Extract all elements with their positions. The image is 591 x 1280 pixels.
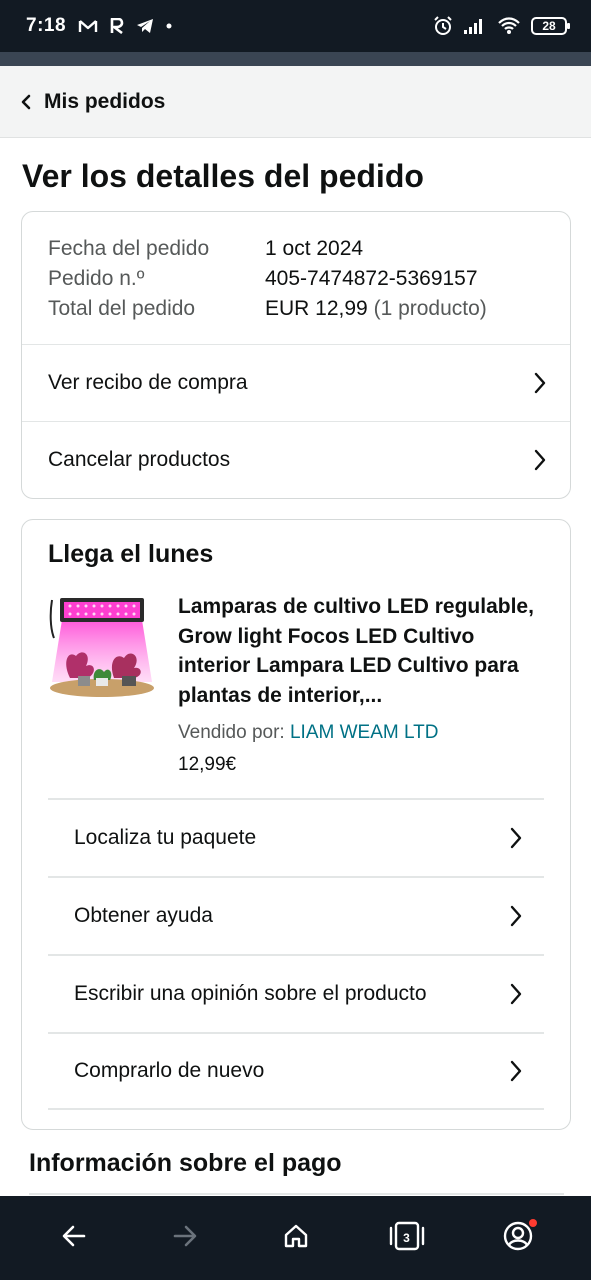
back-to-orders-link[interactable]: Mis pedidos <box>0 66 591 138</box>
dot-icon <box>166 23 172 29</box>
r-app-icon <box>110 18 124 34</box>
chevron-right-icon <box>530 449 550 471</box>
notification-dot <box>528 1219 537 1227</box>
get-help-link[interactable]: Obtener ayuda <box>48 876 544 954</box>
gmail-icon <box>78 18 98 34</box>
home-button[interactable] <box>266 1208 326 1268</box>
forward-button[interactable] <box>155 1208 215 1268</box>
browser-bottom-bar: 3 <box>0 1196 591 1280</box>
seller-line: Vendido por: LIAM WEAM LTD <box>178 722 438 744</box>
buy-again-link[interactable]: Comprarlo de nuevo <box>48 1032 544 1110</box>
browser-accent-strip <box>0 52 591 66</box>
product-image[interactable] <box>48 592 156 702</box>
order-date-label: Fecha del pedido <box>48 237 210 260</box>
tabs-button[interactable]: 3 <box>377 1208 437 1268</box>
chevron-right-icon <box>506 905 526 927</box>
order-total-value: EUR 12,99 <box>265 297 368 320</box>
order-total-row: Total del pedido EUR 12,99 (1 producto) <box>48 294 544 324</box>
alarm-icon <box>433 16 453 36</box>
product-price: 12,99€ <box>178 754 237 775</box>
status-right-icons: 28 <box>433 16 570 36</box>
get-help-label: Obtener ayuda <box>74 904 213 927</box>
seller-name-link[interactable]: LIAM WEAM LTD <box>290 722 439 743</box>
write-review-link[interactable]: Escribir una opinión sobre el producto <box>48 954 544 1032</box>
view-receipt-link[interactable]: Ver recibo de compra <box>22 344 570 421</box>
status-left-icons <box>78 18 172 34</box>
order-number-value: 405-7474872-5369157 <box>265 267 478 290</box>
order-summary-details: Fecha del pedido 1 oct 2024 Pedido n.º 4… <box>22 212 570 344</box>
signal-icon <box>463 17 487 35</box>
chevron-left-icon <box>20 93 38 111</box>
product-title-link[interactable]: Lamparas de cultivo LED regulable, Grow … <box>178 592 548 710</box>
seller-prefix: Vendido por: <box>178 722 285 743</box>
back-arrow-icon <box>60 1222 88 1255</box>
battery-indicator: 28 <box>531 17 570 35</box>
order-total-label: Total del pedido <box>48 297 196 320</box>
status-time: 7:18 <box>26 15 67 36</box>
chevron-right-icon <box>530 372 550 394</box>
order-total-value-wrap: EUR 12,99 (1 producto) <box>265 294 487 324</box>
account-button[interactable] <box>488 1208 548 1268</box>
track-package-label: Localiza tu paquete <box>74 826 257 849</box>
cancel-items-label: Cancelar productos <box>48 448 231 471</box>
telegram-icon <box>136 18 154 34</box>
order-number-row: Pedido n.º 405-7474872-5369157 <box>48 264 544 294</box>
chevron-right-icon <box>506 827 526 849</box>
chevron-right-icon <box>506 983 526 1005</box>
order-summary-card: Fecha del pedido 1 oct 2024 Pedido n.º 4… <box>21 211 571 499</box>
order-number-label: Pedido n.º <box>48 267 145 290</box>
write-review-label: Escribir una opinión sobre el producto <box>74 982 427 1005</box>
back-link-label: Mis pedidos <box>44 89 166 113</box>
shipment-card: Llega el lunes Lamparas de cultivo LED r… <box>21 519 571 1130</box>
delivery-heading: Llega el lunes <box>48 540 214 568</box>
chevron-right-icon <box>506 1060 526 1082</box>
track-package-link[interactable]: Localiza tu paquete <box>48 798 544 876</box>
status-bar: 7:18 28 <box>0 0 591 52</box>
payment-divider <box>29 1193 564 1195</box>
forward-arrow-icon <box>171 1222 199 1255</box>
buy-again-label: Comprarlo de nuevo <box>74 1059 265 1082</box>
home-icon <box>282 1222 310 1255</box>
payment-info-heading: Información sobre el pago <box>29 1149 342 1177</box>
product-item: Lamparas de cultivo LED regulable, Grow … <box>48 592 548 792</box>
page-title: Ver los detalles del pedido <box>22 158 424 194</box>
back-button[interactable] <box>44 1208 104 1268</box>
shipment-actions: Localiza tu paquete Obtener ayuda Escrib… <box>48 798 544 1110</box>
cancel-items-link[interactable]: Cancelar productos <box>22 421 570 498</box>
order-total-count: (1 producto) <box>373 297 487 320</box>
view-receipt-label: Ver recibo de compra <box>48 371 248 394</box>
order-date-value: 1 oct 2024 <box>265 237 364 260</box>
wifi-icon <box>497 17 521 35</box>
order-date-row: Fecha del pedido 1 oct 2024 <box>48 234 544 264</box>
tabs-count: 3 <box>403 1231 410 1245</box>
